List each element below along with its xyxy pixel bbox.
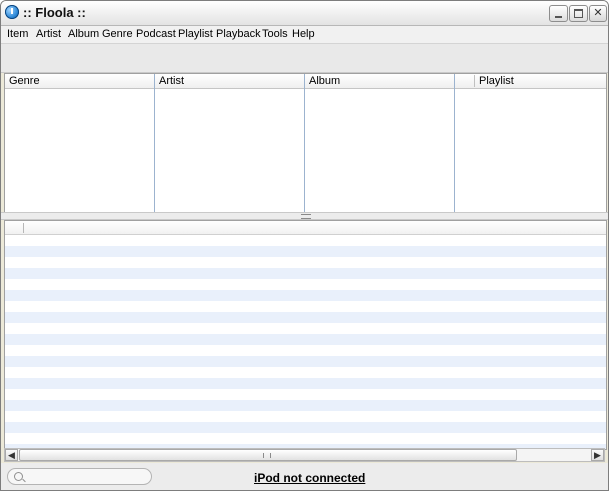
scroll-right-button[interactable]: ▶ — [591, 449, 604, 461]
scroll-left-button[interactable]: ◀ — [5, 449, 18, 461]
column-separator[interactable] — [23, 223, 24, 233]
column-separator — [474, 75, 475, 87]
menu-item[interactable]: Tools — [262, 28, 288, 40]
maximize-icon — [574, 9, 583, 18]
album-column[interactable]: Album — [305, 74, 455, 213]
artist-column[interactable]: Artist — [155, 74, 305, 213]
close-button[interactable]: ✕ — [589, 5, 607, 22]
column-header[interactable]: Artist — [155, 74, 304, 89]
app-window: :: Floola :: ✕ Item Artist Album Genre P… — [0, 0, 609, 491]
library-browser: Genre Artist Album Playlist — [4, 73, 607, 214]
horizontal-scrollbar[interactable]: ◀ ▶ — [4, 448, 605, 462]
column-header[interactable]: Playlist — [455, 74, 606, 89]
close-icon: ✕ — [593, 7, 603, 19]
menu-item[interactable]: Album — [68, 28, 99, 40]
menu-bar: Item Artist Album Genre Podcast Playlist… — [1, 26, 608, 44]
track-list[interactable] — [4, 220, 607, 450]
toolbar — [1, 44, 608, 73]
column-header-label: Artist — [159, 75, 185, 87]
search-box[interactable] — [7, 468, 152, 485]
scroll-thumb[interactable] — [19, 449, 517, 461]
search-input[interactable] — [28, 470, 150, 485]
grip-icon — [263, 453, 271, 458]
app-icon — [5, 5, 19, 19]
search-icon — [14, 472, 23, 481]
status-bar: iPod not connected — [1, 463, 608, 490]
pane-splitter[interactable] — [1, 212, 608, 220]
minimize-button[interactable] — [549, 5, 568, 22]
window-title: :: Floola :: — [23, 5, 86, 20]
playlist-column[interactable]: Playlist — [455, 74, 606, 213]
ipod-status-link[interactable]: iPod not connected — [254, 471, 365, 485]
menu-item[interactable]: Genre — [102, 28, 133, 40]
arrow-left-icon: ◀ — [8, 450, 15, 460]
track-list-header[interactable] — [5, 221, 606, 235]
column-header-label: Playlist — [479, 75, 514, 87]
menu-item[interactable]: Playlist — [178, 28, 213, 40]
menu-item[interactable]: Artist — [36, 28, 61, 40]
column-header-label: Genre — [9, 75, 40, 87]
column-header[interactable]: Album — [305, 74, 454, 89]
title-bar[interactable]: :: Floola :: ✕ — [1, 1, 608, 26]
column-header-label: Album — [309, 75, 341, 87]
minimize-icon — [555, 16, 562, 18]
genre-column[interactable]: Genre — [5, 74, 155, 213]
menu-item[interactable]: Item — [7, 28, 28, 40]
splitter-grip-icon[interactable] — [301, 214, 311, 219]
menu-item[interactable]: Playback — [216, 28, 261, 40]
column-header[interactable]: Genre — [5, 74, 154, 89]
menu-item[interactable]: Help — [292, 28, 315, 40]
track-rows[interactable] — [5, 235, 606, 449]
arrow-right-icon: ▶ — [594, 450, 601, 460]
menu-item[interactable]: Podcast — [136, 28, 176, 40]
maximize-button[interactable] — [569, 5, 588, 22]
